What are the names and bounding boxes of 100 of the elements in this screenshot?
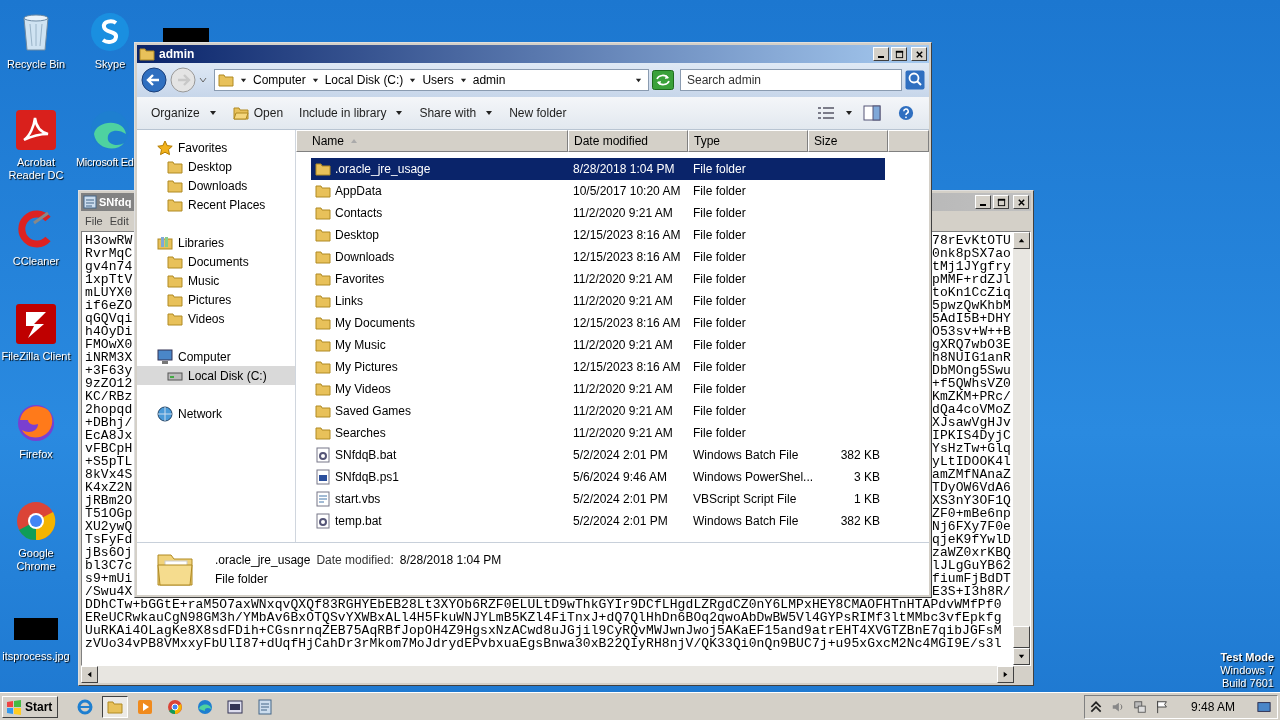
nav-item[interactable]: Downloads [137, 176, 295, 195]
toolbar-button[interactable]: New folder [503, 102, 573, 124]
chrome-icon[interactable] [14, 499, 58, 543]
breadcrumb-item[interactable]: Users [422, 73, 454, 87]
caret-icon[interactable] [459, 76, 467, 84]
file-row[interactable]: Desktop 12/15/2023 8:16 AM File folder [311, 224, 885, 246]
right-arrow-icon[interactable] [1001, 670, 1010, 679]
file-row[interactable]: temp.bat 5/2/2024 2:01 PM Windows Batch File 382 KB [311, 510, 885, 532]
star-icon [157, 139, 173, 156]
minimize-button[interactable] [975, 195, 991, 209]
breadcrumb-item[interactable]: Computer [253, 73, 306, 87]
toolbar-button[interactable]: Include in library [293, 102, 410, 124]
show-desktop-button[interactable] [1255, 699, 1273, 714]
column-header[interactable]: Name [296, 130, 568, 152]
file-row[interactable]: My Music 11/2/2020 9:21 AM File folder [311, 334, 885, 356]
file-row[interactable]: AppData 10/5/2017 10:20 AM File folder [311, 180, 885, 202]
nav-item[interactable]: Network [137, 404, 295, 423]
file-row[interactable]: SNfdqB.bat 5/2/2024 2:01 PM Windows Batch File 382 KB [311, 444, 885, 466]
file-row[interactable]: SNfdqB.ps1 5/6/2024 9:46 AM Windows PowerShel... 3 KB [311, 466, 885, 488]
close-button[interactable] [1013, 195, 1029, 209]
clock[interactable]: 9:48 AM [1190, 699, 1235, 714]
file-row[interactable]: Searches 11/2/2020 9:21 AM File folder [311, 422, 885, 444]
details-label: Date modified: [316, 552, 394, 567]
back-button[interactable] [141, 67, 167, 93]
caret-icon[interactable] [845, 109, 853, 117]
nav-item[interactable]: Documents [137, 252, 295, 271]
nav-item[interactable]: Pictures [137, 290, 295, 309]
caret-icon[interactable] [635, 76, 642, 84]
address-bar[interactable]: Computer Local Disk (C:) Users admin [214, 69, 649, 91]
nav-item[interactable]: Music [137, 271, 295, 290]
desktop-icon-label[interactable]: Acrobat Reader DC [0, 156, 72, 182]
file-row[interactable]: My Pictures 12/15/2023 8:16 AM File folder [311, 356, 885, 378]
nav-item[interactable]: Local Disk (C:) [137, 366, 295, 385]
image-thumbnail-icon[interactable] [14, 618, 58, 640]
preview-pane-icon[interactable] [863, 105, 881, 121]
desktop-icon-label[interactable]: Microsoft Ed [76, 156, 134, 169]
file-row[interactable]: .oracle_jre_usage 8/28/2018 1:04 PM File folder [311, 158, 885, 180]
desktop-icon-label[interactable]: Firefox [19, 448, 53, 461]
file-row[interactable]: My Videos 11/2/2020 9:21 AM File folder [311, 378, 885, 400]
toolbar-button[interactable]: Organize [145, 102, 223, 124]
vertical-scrollbar[interactable] [1013, 232, 1030, 665]
minimize-button[interactable] [873, 47, 889, 61]
file-row[interactable]: Links 11/2/2020 9:21 AM File folder [311, 290, 885, 312]
column-header[interactable]: Size [808, 130, 888, 152]
skype-icon[interactable] [88, 10, 132, 54]
nav-item[interactable]: Favorites [137, 138, 295, 157]
close-button[interactable] [911, 47, 927, 61]
desktop-icon-label[interactable]: Recycle Bin [6, 58, 66, 71]
search-field[interactable]: Search admin [680, 69, 902, 91]
network-icon[interactable] [1132, 699, 1147, 714]
nav-item[interactable]: Videos [137, 309, 295, 328]
refresh-button[interactable] [652, 70, 674, 90]
desktop-icon-label[interactable]: CCleaner [12, 255, 60, 268]
maximize-button[interactable] [993, 195, 1009, 209]
flag-icon[interactable] [1154, 699, 1169, 714]
breadcrumb-item[interactable]: Local Disk (C:) [324, 73, 404, 87]
file-row[interactable]: Saved Games 11/2/2020 9:21 AM File folder [311, 400, 885, 422]
folder-icon [167, 196, 183, 213]
type-cell-text: Windows Batch File [692, 448, 800, 462]
maximize-button[interactable] [891, 47, 907, 61]
up-arrow-icon[interactable] [1017, 236, 1026, 245]
file-row[interactable]: Contacts 11/2/2020 9:21 AM File folder [311, 202, 885, 224]
text-line: 5pwzQwKhbM [932, 299, 1011, 312]
taskbar-button[interactable] [102, 695, 129, 718]
menu-item[interactable]: File [85, 215, 103, 227]
file-row[interactable]: Favorites 11/2/2020 9:21 AM File folder [311, 268, 885, 290]
filezilla-icon[interactable] [14, 302, 58, 346]
start-button[interactable]: Start [2, 695, 59, 718]
down-arrow-icon[interactable] [1017, 652, 1026, 661]
view-options-icon[interactable] [817, 105, 835, 121]
caret-icon[interactable] [409, 76, 417, 84]
toolbar-button[interactable]: Share with [413, 102, 500, 124]
acrobat-icon[interactable] [14, 108, 58, 152]
nav-item[interactable]: Libraries [137, 233, 295, 252]
breadcrumb-item[interactable]: admin [472, 73, 506, 87]
file-row[interactable]: My Documents 12/15/2023 8:16 AM File folder [311, 312, 885, 334]
toolbar-button[interactable]: Open [226, 101, 290, 125]
folder-icon [315, 227, 331, 243]
text-line: jBs6Oj [85, 546, 133, 559]
nav-item[interactable]: Desktop [137, 157, 295, 176]
nav-item[interactable]: Recent Places [137, 195, 295, 214]
caret-icon[interactable] [311, 76, 319, 84]
scroll-thumb[interactable] [1013, 626, 1030, 648]
column-header[interactable]: Type [688, 130, 808, 152]
show-hidden-icons-icon[interactable] [1088, 699, 1103, 714]
menu-item[interactable]: Edit [109, 215, 129, 227]
file-row[interactable]: Downloads 12/15/2023 8:16 AM File folder [311, 246, 885, 268]
desktop-icon-label[interactable]: itsprocess.jpg [2, 650, 70, 663]
desktop-icon-label[interactable]: Skype [94, 58, 126, 71]
file-row[interactable]: start.vbs 5/2/2024 2:01 PM VBScript Script File 1 KB [311, 488, 885, 510]
caret-icon[interactable] [240, 76, 247, 84]
nav-item[interactable]: Computer [137, 347, 295, 366]
desktop-icon-label[interactable]: FileZilla Client [1, 350, 71, 363]
horizontal-scrollbar[interactable] [81, 666, 1014, 683]
help-icon[interactable] [897, 105, 915, 121]
desktop-icon-label[interactable]: Google Chrome [0, 547, 72, 573]
search-button[interactable] [905, 70, 925, 90]
column-header[interactable]: Date modified [568, 130, 688, 152]
history-caret-icon[interactable] [199, 76, 207, 84]
left-arrow-icon[interactable] [85, 670, 94, 679]
